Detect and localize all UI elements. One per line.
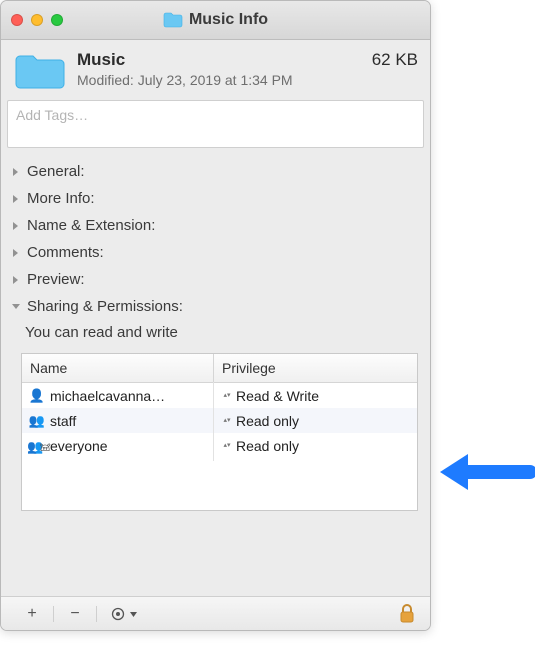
modified-line: Modified: July 23, 2019 at 1:34 PM (77, 72, 418, 88)
section-label: Name & Extension: (27, 217, 155, 234)
person-icon: 👤 (30, 388, 44, 404)
chevron-right-icon (11, 275, 21, 285)
chevron-right-icon (11, 167, 21, 177)
people-icon: 👥𖠌 (30, 437, 44, 455)
folder-name: Music (77, 50, 125, 70)
chevron-down-icon (11, 302, 21, 312)
modified-label: Modified: (77, 72, 134, 88)
chevron-right-icon (11, 248, 21, 258)
tags-placeholder: Add Tags… (16, 107, 88, 123)
table-row[interactable]: 👥 staff ▴▾ Read only (22, 408, 417, 433)
window-title: Music Info (189, 11, 268, 29)
folder-icon (163, 12, 183, 28)
footer-toolbar: + − (1, 596, 430, 630)
info-window: Music Info Music 62 KB Modified: July 23… (0, 0, 431, 631)
chevron-right-icon (11, 221, 21, 231)
stepper-icon[interactable]: ▴▾ (222, 414, 232, 428)
table-header: Name Privilege (22, 354, 417, 383)
user-name: everyone (50, 438, 108, 454)
table-empty-area (22, 458, 417, 510)
lock-button[interactable] (396, 604, 418, 624)
add-user-button[interactable]: + (21, 604, 43, 624)
action-menu-button[interactable] (107, 604, 138, 624)
chevron-right-icon (11, 194, 21, 204)
section-label: General: (27, 163, 85, 180)
privilege-value[interactable]: Read only (236, 413, 299, 429)
section-label: Preview: (27, 271, 85, 288)
divider (96, 606, 97, 622)
section-name-extension[interactable]: Name & Extension: (9, 212, 422, 239)
modified-value: July 23, 2019 at 1:34 PM (138, 72, 293, 88)
tags-input[interactable]: Add Tags… (7, 100, 424, 148)
user-name: staff (50, 413, 76, 429)
sharing-body: You can read and write (1, 320, 430, 341)
titlebar: Music Info (1, 1, 430, 40)
window-title-area: Music Info (11, 11, 420, 29)
table-row[interactable]: 👥𖠌 everyone ▴▾ Read only (22, 433, 417, 458)
stepper-icon[interactable]: ▴▾ (222, 439, 232, 453)
privilege-value[interactable]: Read & Write (236, 388, 319, 404)
section-general[interactable]: General: (9, 158, 422, 185)
remove-user-button[interactable]: − (64, 604, 86, 624)
column-name[interactable]: Name (22, 354, 214, 382)
table-body: 👤 michaelcavanna… ▴▾ Read & Write 👥 staf… (22, 383, 417, 510)
divider (53, 606, 54, 622)
section-sharing-permissions[interactable]: Sharing & Permissions: (9, 293, 422, 320)
column-privilege[interactable]: Privilege (214, 354, 417, 382)
section-label: Comments: (27, 244, 104, 261)
header: Music 62 KB Modified: July 23, 2019 at 1… (1, 40, 430, 100)
section-label: More Info: (27, 190, 95, 207)
file-size: 62 KB (372, 50, 418, 70)
gear-icon (107, 604, 129, 624)
chevron-down-icon (129, 606, 138, 621)
section-more-info[interactable]: More Info: (9, 185, 422, 212)
privilege-value[interactable]: Read only (236, 438, 299, 454)
section-preview[interactable]: Preview: (9, 266, 422, 293)
people-icon: 👥 (30, 413, 44, 429)
callout-arrow-icon (440, 450, 535, 495)
section-comments[interactable]: Comments: (9, 239, 422, 266)
sections: General: More Info: Name & Extension: Co… (1, 154, 430, 320)
permission-note: You can read and write (25, 324, 418, 341)
section-label: Sharing & Permissions: (27, 298, 183, 315)
stepper-icon[interactable]: ▴▾ (222, 389, 232, 403)
table-row[interactable]: 👤 michaelcavanna… ▴▾ Read & Write (22, 383, 417, 408)
lock-icon (399, 604, 415, 624)
permissions-table: Name Privilege 👤 michaelcavanna… ▴▾ Read… (21, 353, 418, 511)
user-name: michaelcavanna… (50, 388, 165, 404)
folder-icon (13, 50, 67, 92)
